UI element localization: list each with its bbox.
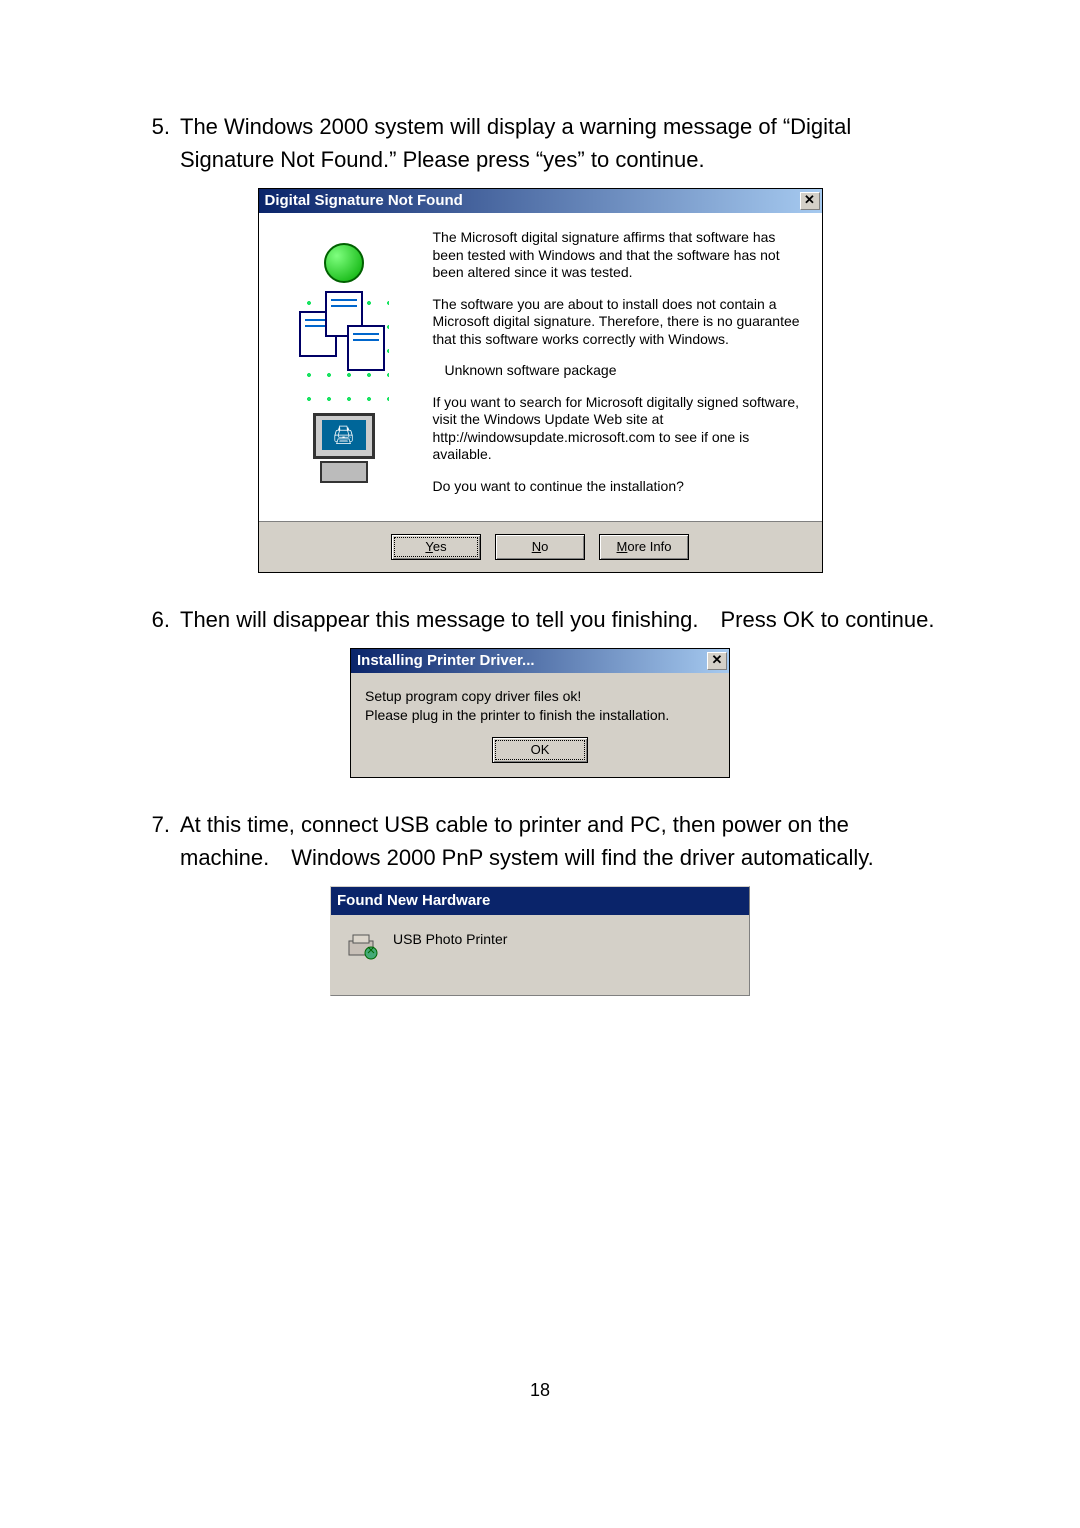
dialog-title: Digital Signature Not Found (265, 190, 463, 213)
close-icon[interactable]: ✕ (707, 652, 727, 670)
ok-button[interactable]: OK (492, 737, 588, 763)
dialog-titlebar: Installing Printer Driver... ✕ (351, 649, 729, 673)
digital-signature-dialog: Digital Signature Not Found ✕ (258, 188, 823, 573)
dialog-text: Please plug in the printer to finish the… (365, 706, 715, 725)
step-number: 6. (140, 603, 170, 636)
dialog-text: The software you are about to install do… (433, 296, 810, 349)
page-number: 18 (0, 1380, 1080, 1401)
more-info-button[interactable]: More Info (599, 534, 689, 560)
dialog-title: Installing Printer Driver... (357, 650, 535, 673)
hardware-icon (345, 929, 381, 965)
computer-icon: 🖨 (313, 413, 375, 483)
document-icon (347, 325, 385, 371)
dialog-titlebar: Digital Signature Not Found ✕ (259, 189, 822, 213)
step-number: 7. (140, 808, 170, 874)
step-text: Then will disappear this message to tell… (180, 603, 940, 636)
step-number: 5. (140, 110, 170, 176)
found-new-hardware-dialog: Found New Hardware USB Photo Printer (330, 886, 750, 997)
close-icon[interactable]: ✕ (800, 192, 820, 210)
dialog-text: Unknown software package (445, 362, 810, 380)
step-text: At this time, connect USB cable to print… (180, 808, 940, 874)
dialog-text: Setup program copy driver files ok! (365, 687, 715, 706)
dialog-text: Do you want to continue the installation… (433, 478, 810, 496)
no-button[interactable]: No (495, 534, 585, 560)
globe-icon (324, 243, 364, 283)
dialog-title: Found New Hardware (337, 892, 490, 909)
dialog-titlebar: Found New Hardware (331, 887, 749, 916)
step-text: The Windows 2000 system will display a w… (180, 110, 940, 176)
installing-driver-dialog: Installing Printer Driver... ✕ Setup pro… (350, 648, 730, 778)
dialog-text: If you want to search for Microsoft digi… (433, 394, 810, 464)
device-name: USB Photo Printer (393, 929, 507, 950)
yes-button[interactable]: Yes (391, 534, 481, 560)
dialog-illustration: 🖨 (259, 213, 429, 521)
dialog-text: The Microsoft digital signature affirms … (433, 229, 810, 282)
